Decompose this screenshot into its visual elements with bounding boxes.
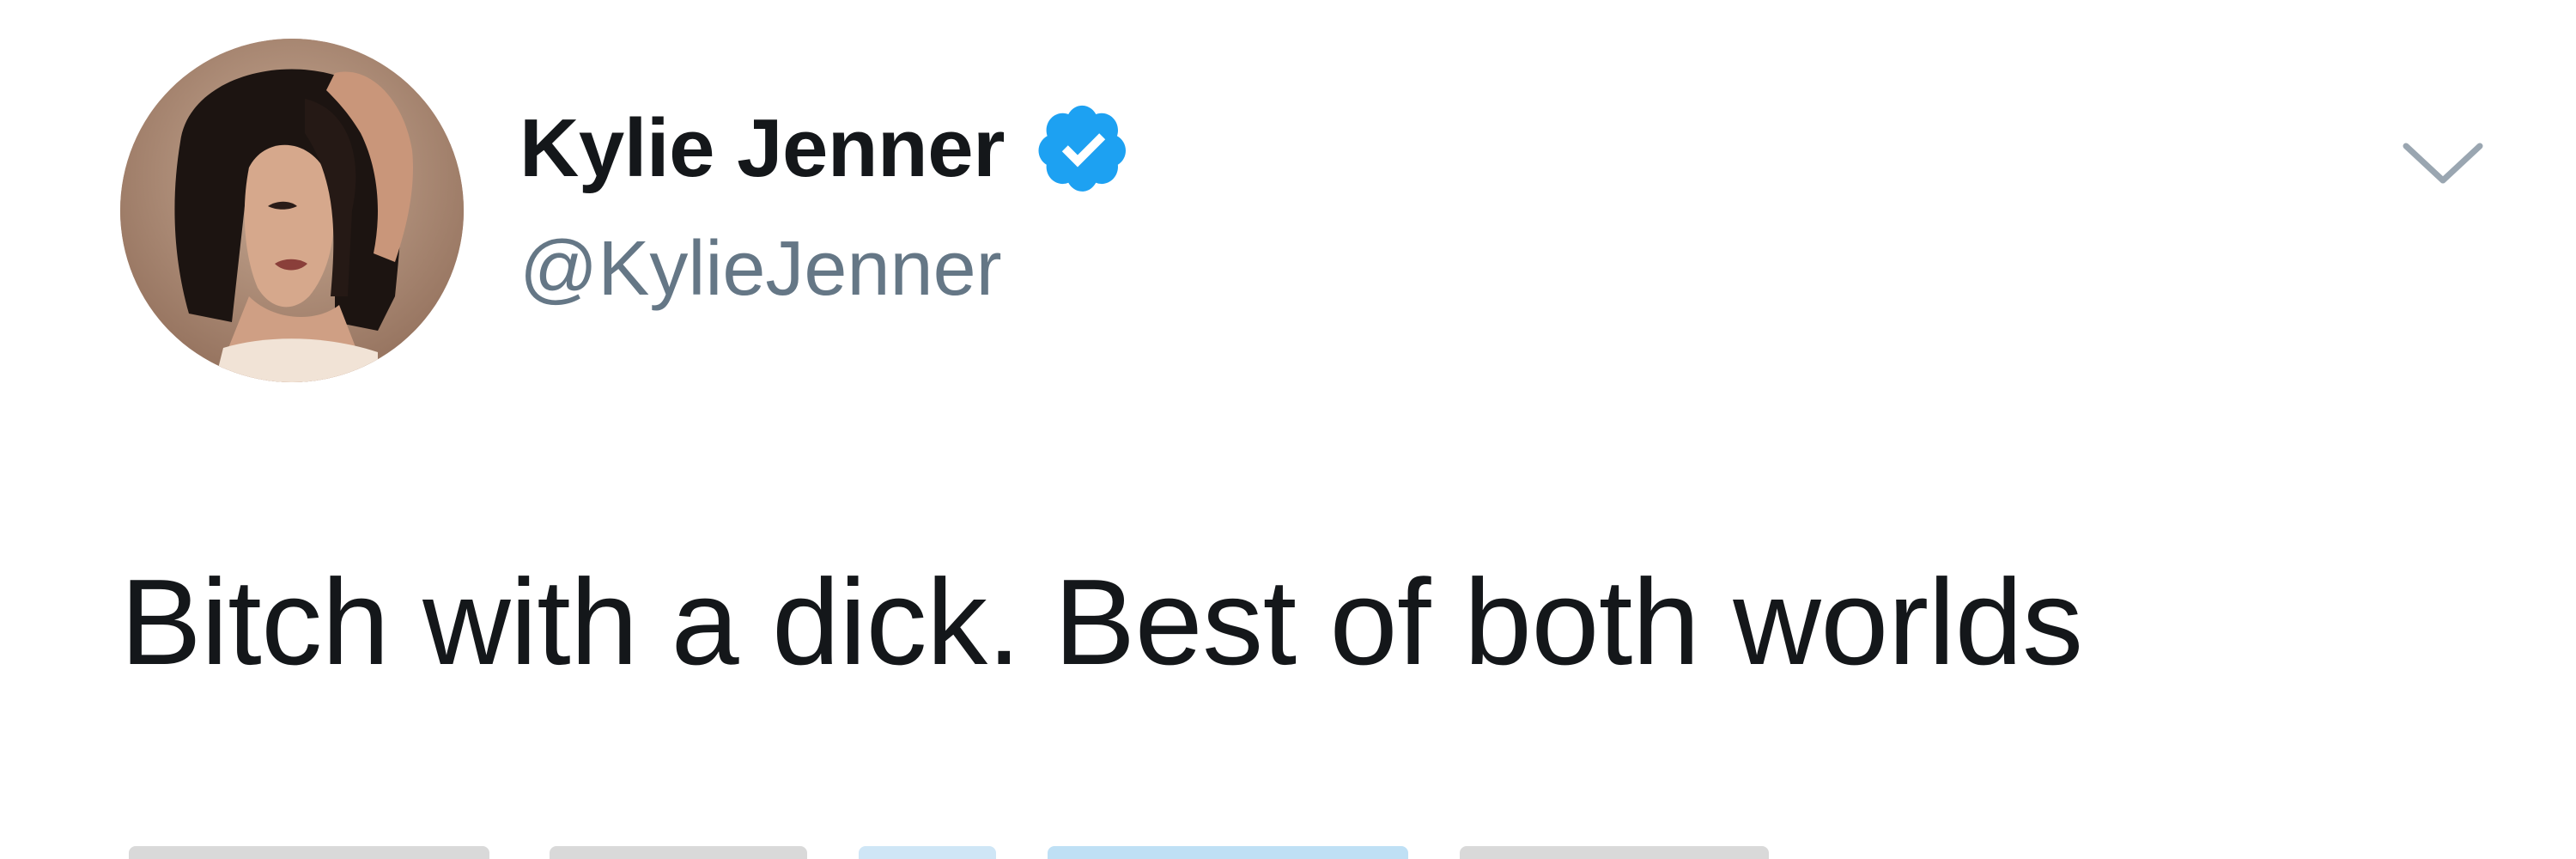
chevron-down-icon[interactable] — [2396, 129, 2490, 198]
avatar-image — [120, 39, 464, 382]
display-name[interactable]: Kylie Jenner — [519, 101, 1005, 196]
tweet-card: Kylie Jenner @KylieJenner Bitch with a d… — [0, 0, 2576, 859]
verified-badge-icon — [1038, 105, 1126, 192]
author-row: Kylie Jenner — [519, 101, 1132, 196]
avatar[interactable] — [120, 39, 464, 382]
tweet-text: Bitch with a dick. Best of both worlds — [120, 554, 2083, 691]
cropped-content-edge — [0, 838, 2576, 859]
handle[interactable]: @KylieJenner — [519, 222, 1002, 316]
